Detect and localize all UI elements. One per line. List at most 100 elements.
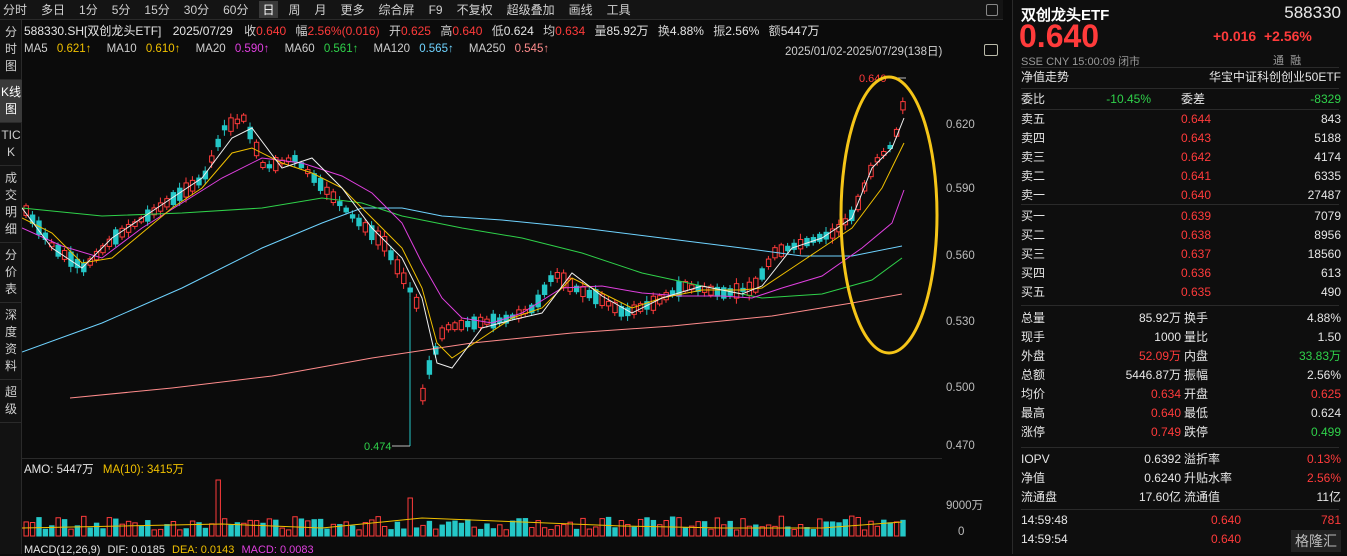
stat-row: 涨停 0.749 跌停 0.499 [1021,423,1341,441]
volume-bar [61,519,68,537]
amo-label: AMO: 5447万 [24,464,94,476]
bid-label: 买五 [1021,285,1046,299]
volume-bar [714,517,721,537]
volume-bar [593,526,599,537]
stat-value: 0.625 [1310,387,1341,401]
ask-price[interactable]: 0.642 [1181,148,1211,166]
bid-label: 买二 [1021,228,1046,242]
ask-label: 卖一 [1021,188,1046,202]
tab-30min[interactable]: 30分 [181,1,212,18]
ask-label: 卖五 [1021,112,1046,126]
ma250-line [69,293,903,399]
bid-price[interactable]: 0.636 [1181,264,1211,282]
quote-info-row: 588330.SH[双创龙头ETF] 2025/07/29 收0.640 幅2.… [24,22,819,39]
stat-label: 换手 [1184,311,1209,325]
nav-price-table[interactable]: 分价表 [0,243,22,303]
y-tick-0470: 0.470 [946,440,975,452]
kline-chart[interactable]: 0.640 0.474 [22,58,942,458]
toolbar-tools[interactable]: 工具 [604,1,634,18]
volume-bar [330,523,337,537]
tab-month[interactable]: 月 [312,1,330,18]
candle-body [292,155,298,163]
volume-bar [842,519,849,537]
nav-trade-detail[interactable]: 成交明细 [0,166,22,243]
tick-time: 14:59:48 [1021,513,1068,527]
nav-kline-chart[interactable]: K线图 [0,80,22,123]
ask-row[interactable]: 卖四 0.643 5188 [1021,129,1341,147]
nav-row[interactable]: 净值走势 华宝中证科创创业50ETF [1021,68,1341,86]
tab-15min[interactable]: 15分 [141,1,172,18]
window-icon[interactable] [986,4,998,16]
candle-body [753,277,759,293]
ask-price[interactable]: 0.641 [1181,167,1211,185]
nav-super[interactable]: 超级 [0,380,22,423]
volume-bar [753,524,759,537]
nav-trend-label[interactable]: 净值走势 [1021,68,1069,86]
stat-value: 4.88% [1306,311,1341,325]
toolbar-comprehensive[interactable]: 综合屏 [376,1,418,18]
tick-price: 0.640 [1210,513,1241,527]
ask-row[interactable]: 卖二 0.641 6335 [1021,167,1341,185]
tab-60min[interactable]: 60分 [220,1,251,18]
ask-row[interactable]: 卖一 0.640 27487 [1021,186,1341,204]
volume-chart [22,479,906,537]
ask-price[interactable]: 0.643 [1181,129,1211,147]
stat-value: 0.634 [1150,387,1181,401]
export-icon[interactable] [984,44,998,56]
toolbar-super-overlay[interactable]: 超级叠加 [504,1,558,18]
stat-label: 开盘 [1184,387,1209,401]
tab-week[interactable]: 周 [286,1,304,18]
change-percent: +2.56% [1264,28,1312,44]
volume-bar [893,521,900,537]
bid-price[interactable]: 0.635 [1181,283,1211,301]
candle-body [266,164,273,169]
ask-volume: 6335 [1314,169,1341,183]
volume-bar [701,521,708,537]
tab-1min[interactable]: 1分 [76,1,101,18]
volume-bar [381,525,388,537]
ask-price[interactable]: 0.644 [1181,110,1211,128]
nav-depth-data[interactable]: 深度资料 [0,303,22,380]
candle-body [452,322,458,331]
ask-row[interactable]: 卖五 0.644 843 [1021,110,1341,128]
ma60-value: 0.561↑ [323,43,359,55]
tab-more[interactable]: 更多 [338,1,368,18]
bid-price[interactable]: 0.637 [1181,245,1211,263]
volume-bar [209,523,215,537]
volume-bar [189,520,196,537]
toolbar-no-adjust[interactable]: 不复权 [454,1,496,18]
bid-row[interactable]: 买四 0.636 613 [1021,264,1341,282]
bid-price[interactable]: 0.638 [1181,226,1211,244]
bid-row[interactable]: 买五 0.635 490 [1021,283,1341,301]
tab-5min[interactable]: 5分 [109,1,134,18]
toolbar-draw[interactable]: 画线 [566,1,596,18]
bid-row[interactable]: 买二 0.638 8956 [1021,226,1341,244]
bid-row[interactable]: 买一 0.639 7079 [1021,207,1341,225]
candle-body [471,316,477,330]
ma5-legend: MA5 0.621↑ [24,43,97,55]
tab-day[interactable]: 日 [259,1,278,18]
volume-bar [663,519,669,537]
bid-row[interactable]: 买三 0.637 18560 [1021,245,1341,263]
ask-row[interactable]: 卖三 0.642 4174 [1021,148,1341,166]
ask-price[interactable]: 0.640 [1181,186,1211,204]
bid-label: 买一 [1021,209,1046,223]
volume-bar [618,520,625,537]
stat-value: 52.09万 [1138,349,1181,363]
volume-bar [695,521,701,537]
nav-tick[interactable]: TICK [0,123,22,166]
stat-value: 5446.87万 [1125,368,1181,382]
candle-body [586,289,593,299]
nav-intraday-chart[interactable]: 分时图 [0,20,22,80]
volume-bar [138,525,145,537]
stat-value: 0.640 [1150,406,1181,420]
security-code: 588330.SH[双创龙头ETF] [24,24,162,38]
toolbar-f9[interactable]: F9 [426,3,446,17]
volume-bar [433,528,439,537]
bid-volume: 18560 [1307,247,1341,261]
volume-bar [541,527,548,537]
tab-intraday[interactable]: 分时 [0,1,30,18]
macd-value: MACD: 0.0083 [241,544,314,556]
bid-price[interactable]: 0.639 [1181,207,1211,225]
tab-multiday[interactable]: 多日 [38,1,68,18]
